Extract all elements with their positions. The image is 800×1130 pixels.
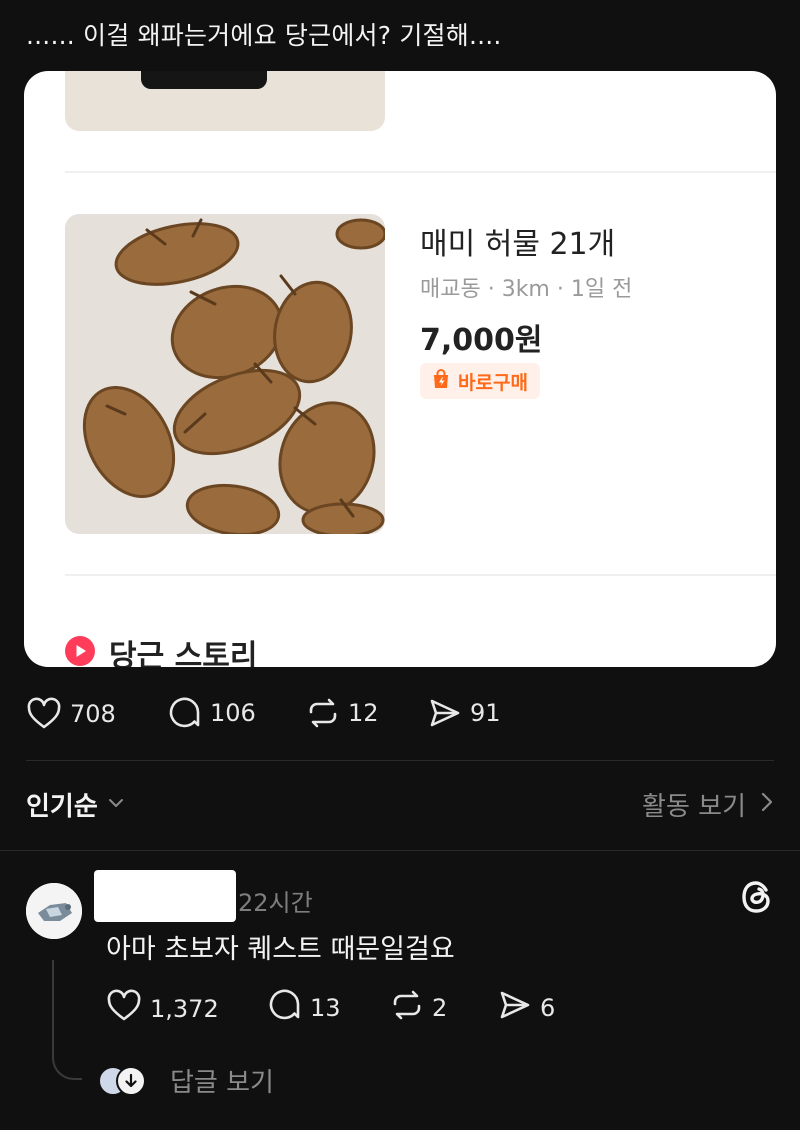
- thumbnail-object: [141, 71, 267, 89]
- repost-icon: [390, 988, 424, 1028]
- view-replies-button[interactable]: 답글 보기: [98, 1062, 274, 1099]
- comment-bubble-icon: [268, 988, 302, 1028]
- activity-link[interactable]: 활동 보기: [642, 786, 774, 823]
- redacted-username: [94, 870, 236, 922]
- divider: [65, 171, 776, 173]
- item-title[interactable]: 매미 허물 21개: [420, 219, 615, 263]
- item-thumbnail[interactable]: [65, 214, 385, 534]
- comment-count: 106: [210, 699, 256, 727]
- sort-dropdown[interactable]: 인기순: [26, 786, 126, 823]
- heart-icon: [26, 696, 62, 732]
- like-count: 708: [70, 700, 116, 728]
- item-price: 7,000원: [420, 323, 543, 358]
- activity-link-label: 활동 보기: [642, 792, 746, 822]
- item-meta: 매교동 · 3km · 1일 전: [420, 277, 633, 302]
- chevron-right-icon: [760, 790, 774, 820]
- comment-like-button[interactable]: 1,372: [106, 988, 219, 1030]
- comment-bubble-icon: [168, 696, 202, 730]
- direct-buy-label: 바로구매: [458, 371, 528, 394]
- heart-icon: [106, 988, 142, 1030]
- share-button[interactable]: 91: [428, 696, 501, 730]
- shopping-bag-icon: [430, 368, 452, 394]
- chevron-down-icon: [106, 793, 126, 817]
- comment-share-button[interactable]: 6: [498, 988, 555, 1028]
- story-section[interactable]: 당근 스토리: [65, 631, 257, 667]
- thread-line: [52, 960, 82, 1080]
- divider: [65, 574, 776, 576]
- send-icon: [498, 988, 532, 1028]
- comment-repost-button[interactable]: 2: [390, 988, 447, 1028]
- divider: [0, 850, 800, 851]
- story-label: 당근 스토리: [109, 639, 258, 667]
- divider: [26, 760, 774, 761]
- post-text: ...... 이걸 왜파는거에요 당근에서? 기절해....: [26, 21, 502, 50]
- view-replies-label: 답글 보기: [170, 1068, 274, 1098]
- comment-timestamp: 22시간: [238, 889, 313, 917]
- comment-repost-count: 2: [432, 994, 448, 1022]
- play-icon: [65, 636, 95, 667]
- like-button[interactable]: 708: [26, 696, 116, 732]
- comment-share-count: 6: [540, 994, 556, 1022]
- comment-reply-button[interactable]: 13: [268, 988, 341, 1028]
- avatar[interactable]: [26, 883, 82, 939]
- comment-text: 아마 초보자 퀘스트 때문일걸요: [106, 934, 455, 965]
- repost-count: 12: [348, 699, 379, 727]
- send-icon: [428, 696, 462, 730]
- repost-button[interactable]: 12: [306, 696, 379, 730]
- cicada-shells-photo: [65, 214, 385, 534]
- comment-reply-count: 13: [310, 994, 341, 1022]
- previous-item-thumbnail[interactable]: [65, 71, 385, 131]
- repost-icon: [306, 696, 340, 730]
- comment-button[interactable]: 106: [168, 696, 256, 730]
- threads-logo-icon[interactable]: [740, 880, 774, 918]
- direct-buy-badge: 바로구매: [420, 363, 540, 399]
- comment-like-count: 1,372: [150, 995, 219, 1023]
- shared-screenshot-card[interactable]: 매미 허물 21개 매교동 · 3km · 1일 전 7,000원 바로구매 당…: [24, 71, 776, 667]
- sort-label: 인기순: [26, 792, 98, 822]
- arrow-down-icon: [116, 1065, 146, 1096]
- share-count: 91: [470, 699, 501, 727]
